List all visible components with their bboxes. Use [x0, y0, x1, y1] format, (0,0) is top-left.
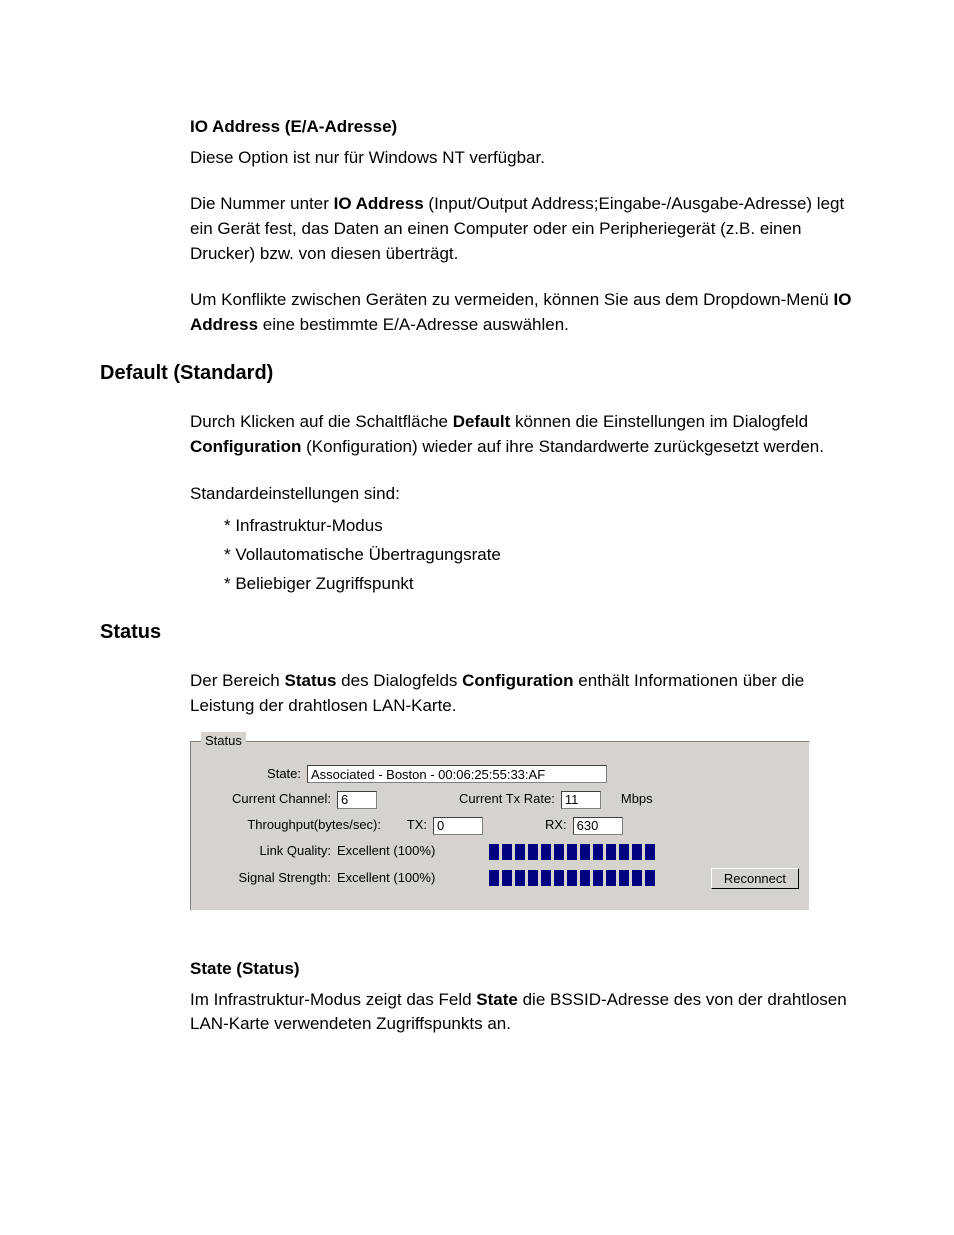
state-row: State: [201, 765, 799, 784]
io-address-p2: Die Nummer unter IO Address (Input/Outpu… [190, 192, 854, 266]
text: Im Infrastruktur-Modus zeigt das Feld [190, 990, 476, 1009]
current-channel-label: Current Channel: [201, 790, 331, 809]
text: Um Konflikte zwischen Geräten zu vermeid… [190, 290, 834, 309]
default-heading: Default (Standard) [100, 359, 854, 388]
link-quality-value: Excellent (100%) [337, 842, 447, 861]
bullet-item: * Infrastruktur-Modus [224, 514, 854, 539]
tx-label: TX: [387, 816, 427, 835]
status-intro: Der Bereich Status des Dialogfelds Confi… [190, 669, 854, 718]
current-tx-rate-field[interactable] [561, 791, 601, 809]
state-desc-p1: Im Infrastruktur-Modus zeigt das Feld St… [190, 988, 854, 1037]
current-channel-field[interactable] [337, 791, 377, 809]
throughput-row: Throughput(bytes/sec): TX: RX: [201, 816, 799, 835]
link-quality-meter [489, 844, 655, 860]
text: des Dialogfelds [336, 671, 462, 690]
io-address-p3: Um Konflikte zwischen Geräten zu vermeid… [190, 288, 854, 337]
link-quality-label: Link Quality: [201, 842, 331, 861]
rx-label: RX: [545, 816, 567, 835]
io-address-section: IO Address (E/A-Adresse) Diese Option is… [190, 115, 854, 337]
signal-strength-row: Signal Strength: Excellent (100%) Reconn… [201, 868, 799, 889]
io-address-title: IO Address (E/A-Adresse) [190, 115, 854, 140]
channel-txrate-row: Current Channel: Current Tx Rate: Mbps [201, 790, 799, 809]
current-tx-rate-label: Current Tx Rate: [459, 790, 555, 809]
io-address-bold: IO Address [334, 194, 424, 213]
rx-field[interactable] [573, 817, 623, 835]
text: (Konfiguration) wieder auf ihre Standard… [301, 437, 824, 456]
default-section: Durch Klicken auf die Schaltfläche Defau… [190, 410, 854, 596]
status-groupbox: Status State: Current Channel: Current T… [190, 741, 810, 911]
io-address-p1: Diese Option ist nur für Windows NT verf… [190, 146, 854, 171]
configuration-bold: Configuration [190, 437, 301, 456]
configuration-bold: Configuration [462, 671, 573, 690]
tx-field[interactable] [433, 817, 483, 835]
default-p2: Standardeinstellungen sind: [190, 482, 854, 507]
document-page: IO Address (E/A-Adresse) Diese Option is… [0, 0, 954, 1235]
signal-strength-label: Signal Strength: [201, 869, 331, 888]
signal-strength-value: Excellent (100%) [337, 869, 447, 888]
status-legend: Status [201, 732, 246, 751]
default-bullets: * Infrastruktur-Modus * Vollautomatische… [190, 514, 854, 596]
state-desc-section: State (Status) Im Infrastruktur-Modus ze… [190, 957, 854, 1037]
status-bold: Status [284, 671, 336, 690]
text: können die Einstellungen im Dialogfeld [510, 412, 808, 431]
state-bold: State [476, 990, 518, 1009]
text: Der Bereich [190, 671, 284, 690]
reconnect-button[interactable]: Reconnect [711, 868, 799, 889]
default-p1: Durch Klicken auf die Schaltfläche Defau… [190, 410, 854, 459]
signal-strength-meter [489, 870, 655, 886]
throughput-label: Throughput(bytes/sec): [201, 816, 381, 835]
bullet-item: * Vollautomatische Übertragungsrate [224, 543, 854, 568]
mbps-label: Mbps [621, 790, 653, 809]
status-section: Der Bereich Status des Dialogfelds Confi… [190, 669, 854, 718]
default-bold: Default [453, 412, 511, 431]
status-heading: Status [100, 618, 854, 647]
state-desc-title: State (Status) [190, 957, 854, 982]
bullet-item: * Beliebiger Zugriffspunkt [224, 572, 854, 597]
text: Die Nummer unter [190, 194, 334, 213]
state-label: State: [201, 765, 301, 784]
text: eine bestimmte E/A-Adresse auswählen. [258, 315, 569, 334]
state-field[interactable] [307, 765, 607, 783]
link-quality-row: Link Quality: Excellent (100%) [201, 842, 799, 861]
text: Durch Klicken auf die Schaltfläche [190, 412, 453, 431]
